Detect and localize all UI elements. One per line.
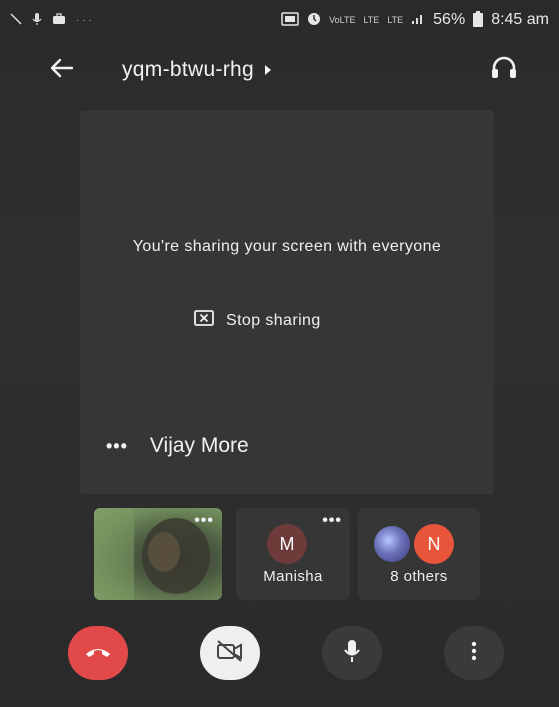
battery-percent: 56% — [433, 11, 466, 28]
volte-label: VoLTE — [329, 14, 356, 25]
caret-right-icon — [264, 58, 272, 82]
presenter-name: Vijay More — [149, 434, 249, 457]
signal-icon — [411, 12, 425, 28]
headset-icon — [490, 56, 518, 85]
participant-tile-others[interactable]: N 8 others — [358, 508, 480, 600]
more-vertical-icon — [471, 641, 477, 666]
participant-name: Manisha — [263, 568, 323, 585]
mic-notification-icon — [32, 12, 42, 29]
avatar: N — [414, 524, 454, 564]
cast-icon — [281, 11, 299, 29]
share-message: You're sharing your screen with everyone — [132, 238, 442, 255]
phone-hangup-icon — [83, 644, 113, 663]
call-icon — [10, 12, 22, 28]
stop-share-icon — [194, 310, 214, 331]
briefcase-icon — [52, 12, 66, 28]
participant-count: 8 others — [390, 568, 448, 585]
participant-tile-manisha[interactable]: ••• M Manisha — [236, 508, 350, 600]
presenter-menu[interactable]: ••• — [106, 436, 128, 457]
meeting-code: yqm-btwu-rhg — [122, 58, 254, 81]
camera-toggle-button[interactable] — [200, 626, 260, 680]
arrow-left-icon — [50, 58, 74, 83]
meeting-title[interactable]: yqm-btwu-rhg — [122, 58, 272, 82]
alarm-icon — [307, 12, 321, 29]
end-call-button[interactable] — [68, 626, 128, 680]
camera-off-icon — [215, 639, 245, 668]
status-bar: · · · VoLTE LTE LTE 56% 8:45 am — [0, 0, 559, 40]
status-left: · · · — [10, 12, 92, 29]
stop-sharing-label: Stop sharing — [226, 311, 321, 329]
participant-tile-self-video[interactable]: ••• — [94, 508, 222, 600]
audio-output-button[interactable] — [484, 52, 524, 88]
avatar-initial: N — [427, 533, 441, 554]
microphone-button[interactable] — [322, 626, 382, 680]
presenter-label: ••• Vijay More — [106, 434, 249, 458]
tile-menu[interactable]: ••• — [194, 512, 214, 530]
avatar-initial: M — [279, 533, 295, 554]
more-notifications-icon: · · · — [76, 14, 92, 26]
network-label-2: LTE — [387, 14, 404, 25]
back-button[interactable] — [44, 52, 80, 88]
microphone-icon — [344, 639, 360, 668]
more-options-button[interactable] — [444, 626, 504, 680]
app-bar: yqm-btwu-rhg — [0, 42, 559, 98]
tile-menu[interactable]: ••• — [322, 512, 342, 530]
status-right: VoLTE LTE LTE 56% 8:45 am — [281, 10, 549, 30]
network-label-1: LTE — [363, 14, 380, 25]
stop-sharing-button[interactable]: Stop sharing — [194, 310, 321, 331]
clock: 8:45 am — [491, 11, 549, 28]
avatar-photo — [374, 526, 410, 562]
battery-icon — [473, 10, 484, 30]
meet-screen: · · · VoLTE LTE LTE 56% 8:45 am yqm-btwu… — [0, 0, 559, 707]
avatar: M — [267, 524, 307, 564]
